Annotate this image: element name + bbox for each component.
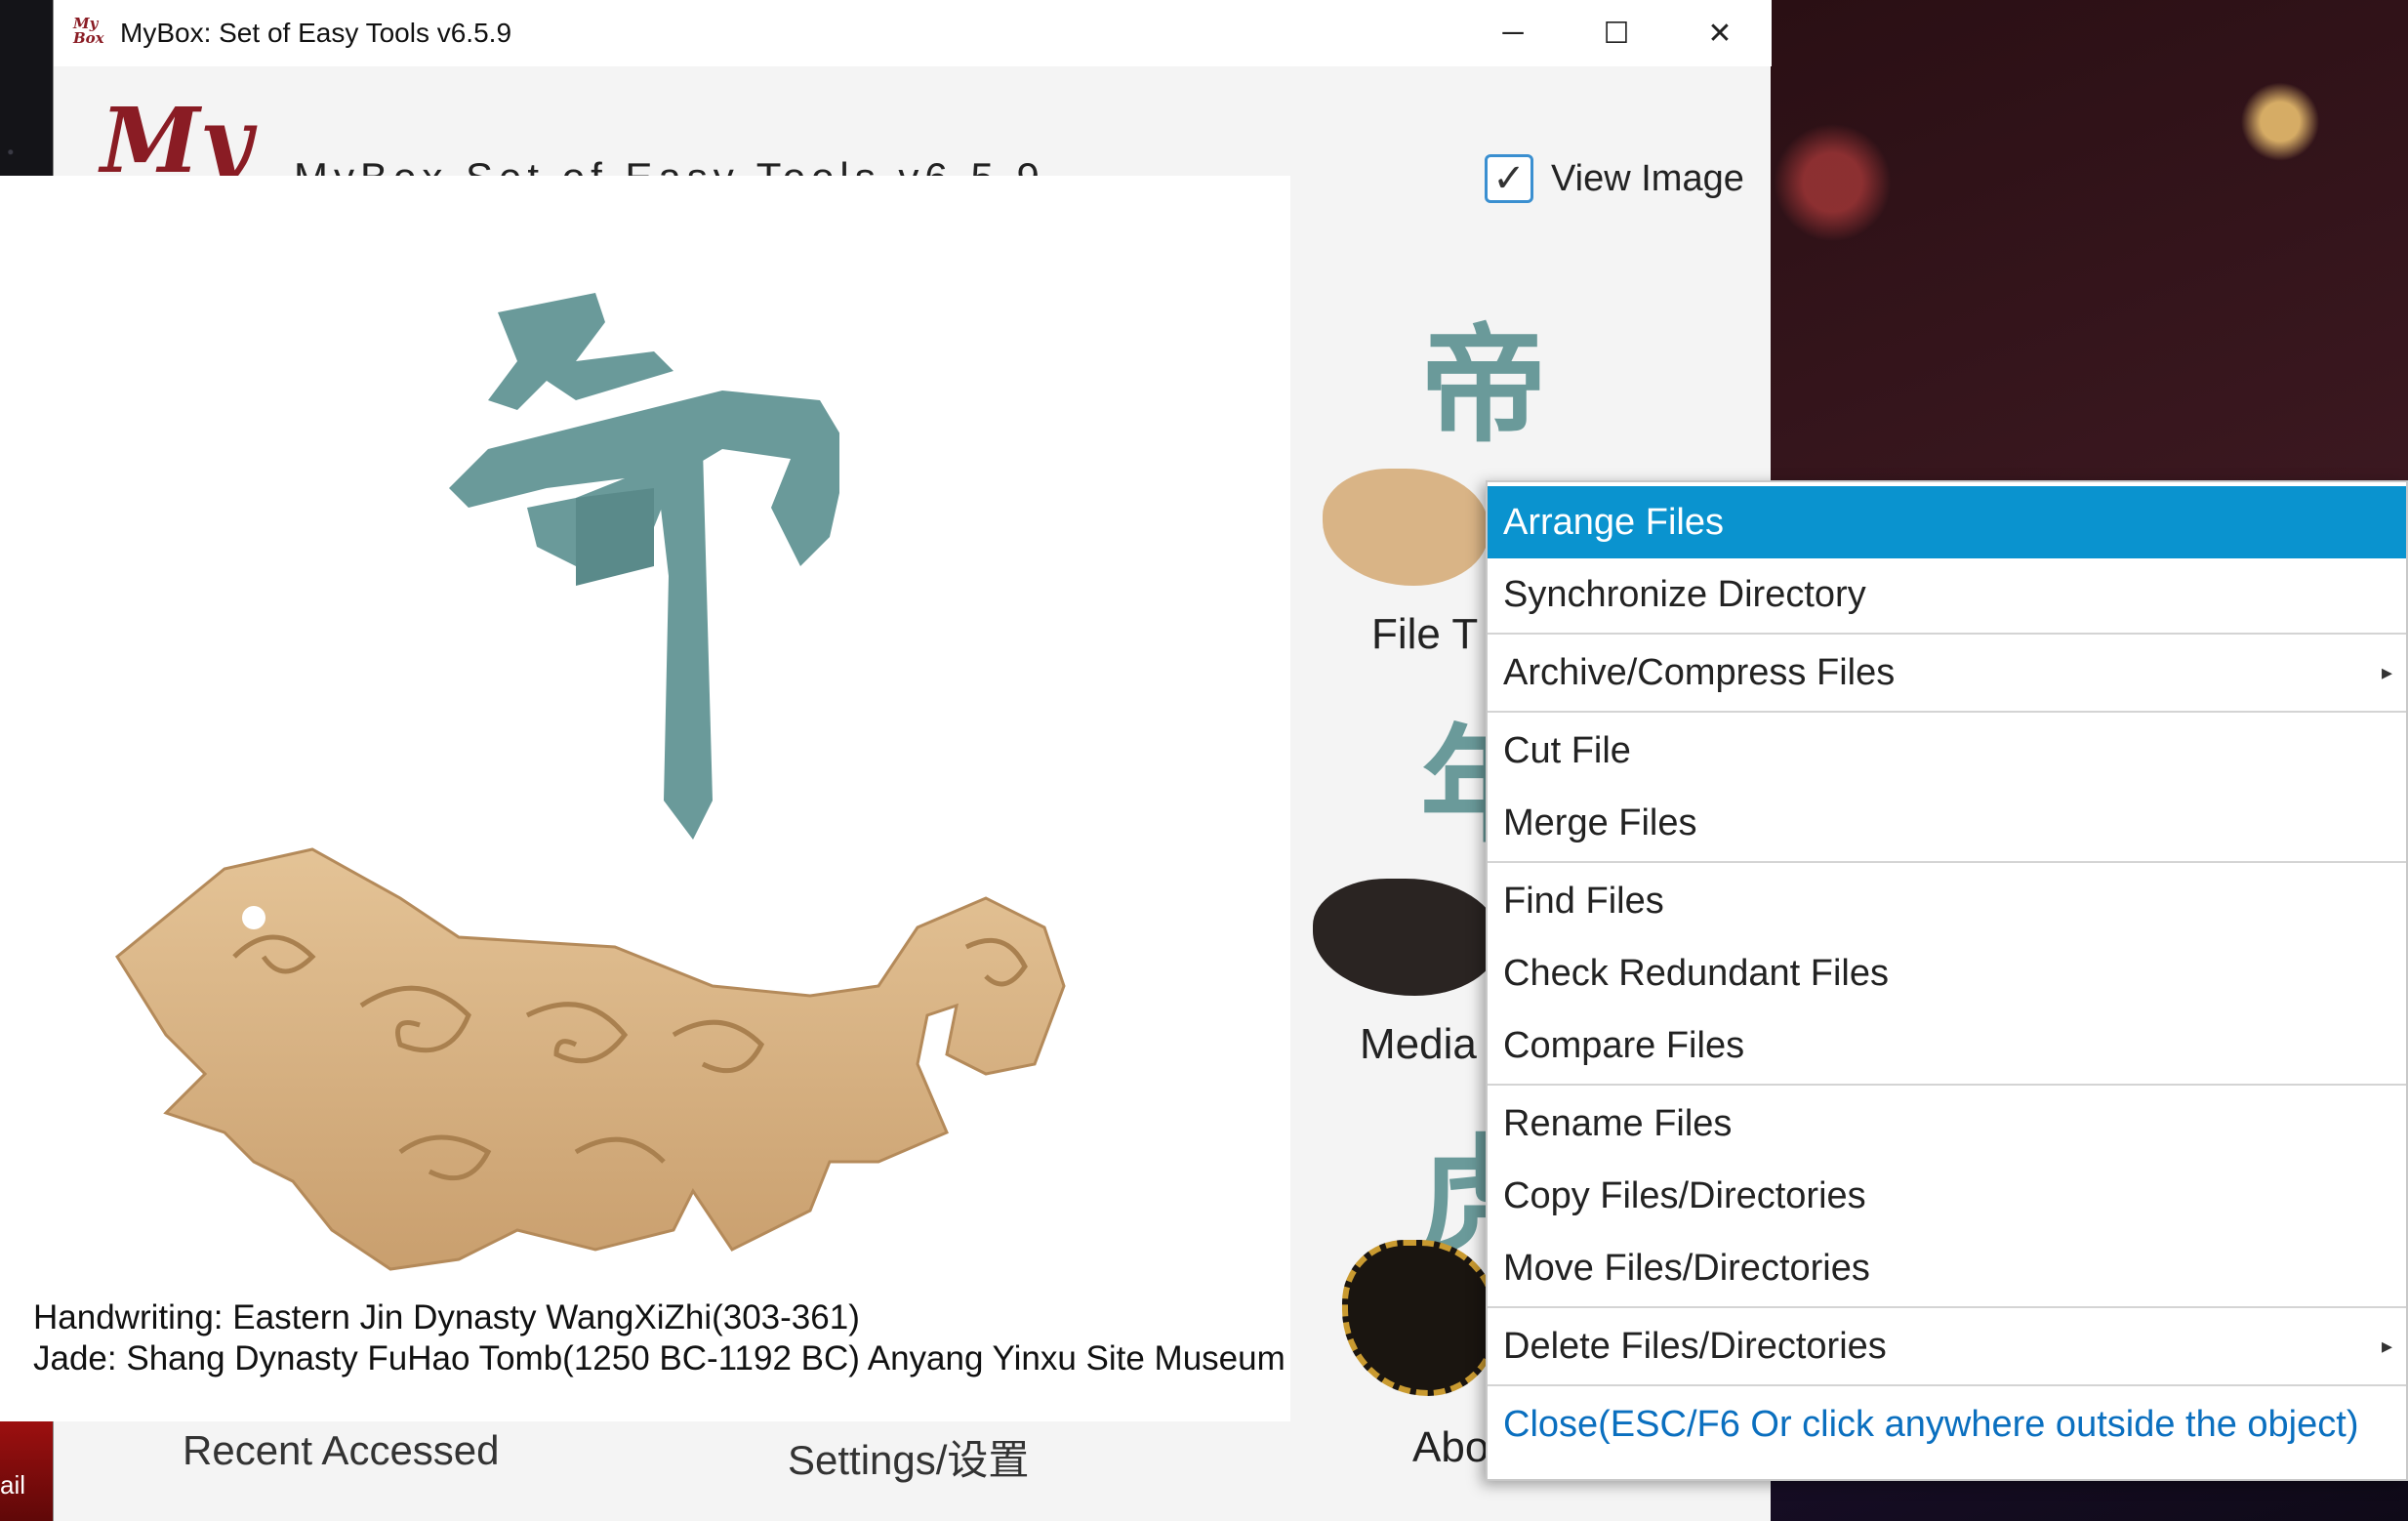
menu-item-label: Rename Files — [1503, 1102, 1733, 1144]
caption-handwriting: Handwriting: Eastern Jin Dynasty WangXiZ… — [33, 1298, 860, 1336]
menu-item-cut-file[interactable]: Cut File — [1488, 715, 2406, 787]
submenu-arrow-icon: ▸ — [2381, 1334, 2392, 1358]
view-image-toggle[interactable]: ✓ View Image — [1485, 154, 1744, 203]
menu-item-label: Compare Files — [1503, 1024, 1745, 1066]
maximize-button[interactable]: ☐ — [1565, 0, 1668, 66]
file-tools-glyph-icon: 帝 — [1420, 310, 1548, 460]
app-icon: My Box — [73, 15, 104, 47]
menu-item-label: Delete Files/Directories — [1503, 1325, 1887, 1367]
close-button[interactable]: ✕ — [1668, 0, 1772, 66]
menu-item-label: Move Files/Directories — [1503, 1247, 1870, 1289]
menu-item-label: Check Redundant Files — [1503, 952, 1889, 994]
taskbar-app-button[interactable]: ail — [0, 1416, 53, 1521]
title-bar[interactable]: My Box MyBox: Set of Easy Tools v6.5.9 ─… — [54, 0, 1772, 66]
menu-item-synchronize-directory[interactable]: Synchronize Directory — [1488, 558, 2406, 631]
menu-item-rename-files[interactable]: Rename Files — [1488, 1088, 2406, 1160]
file-tools-jade-icon[interactable] — [1323, 469, 1489, 586]
minimize-button[interactable]: ─ — [1461, 0, 1565, 66]
about-label[interactable]: Abo — [1412, 1423, 1489, 1472]
menu-item-archive-compress-files[interactable]: Archive/Compress Files ▸ — [1488, 637, 2406, 709]
window-controls: ─ ☐ ✕ — [1461, 0, 1772, 66]
taskbar-app-label: ail — [0, 1470, 26, 1500]
view-image-label: View Image — [1551, 157, 1744, 199]
menu-item-check-redundant-files[interactable]: Check Redundant Files — [1488, 937, 2406, 1009]
media-tools-jade-icon[interactable] — [1313, 879, 1498, 996]
settings-button[interactable]: Settings/设置 — [788, 1427, 1029, 1487]
menu-item-label: Copy Files/Directories — [1503, 1174, 1866, 1216]
image-preview-popup: Handwriting: Eastern Jin Dynasty WangXiZ… — [0, 176, 1290, 1421]
menu-item-merge-files[interactable]: Merge Files — [1488, 787, 2406, 859]
caption-jade: Jade: Shang Dynasty FuHao Tomb(1250 BC-1… — [33, 1339, 1286, 1377]
menu-item-label: Merge Files — [1503, 802, 1697, 843]
menu-item-label: Synchronize Directory — [1503, 573, 1866, 615]
menu-item-label: Find Files — [1503, 880, 1664, 922]
recent-accessed-button[interactable]: Recent Accessed — [183, 1427, 500, 1474]
jade-dragon-image — [115, 847, 1066, 1271]
media-tools-label[interactable]: Media — [1360, 1020, 1477, 1069]
menu-item-compare-files[interactable]: Compare Files — [1488, 1009, 2406, 1082]
about-tiger-icon[interactable] — [1342, 1240, 1498, 1396]
menu-item-copy-files-directories[interactable]: Copy Files/Directories — [1488, 1160, 2406, 1232]
submenu-arrow-icon: ▸ — [2381, 660, 2392, 684]
menu-item-arrange-files[interactable]: Arrange Files — [1488, 486, 2406, 558]
checkmark-icon: ✓ — [1492, 157, 1526, 200]
menu-item-label: Archive/Compress Files — [1503, 651, 1896, 693]
menu-item-delete-files-directories[interactable]: Delete Files/Directories ▸ — [1488, 1310, 2406, 1382]
menu-item-close-menu[interactable]: Close(ESC/F6 Or click anywhere outside t… — [1488, 1388, 2406, 1460]
file-tools-label[interactable]: File T — [1371, 610, 1478, 659]
menu-item-label: Arrange Files — [1503, 501, 1724, 543]
menu-item-label: Close(ESC/F6 Or click anywhere outside t… — [1503, 1403, 2359, 1445]
calligraphy-image — [449, 293, 839, 840]
file-tools-context-menu: Arrange Files Synchronize Directory Arch… — [1486, 480, 2408, 1481]
menu-item-move-files-directories[interactable]: Move Files/Directories — [1488, 1232, 2406, 1304]
view-image-checkbox[interactable]: ✓ — [1485, 154, 1533, 203]
menu-item-label: Cut File — [1503, 729, 1631, 771]
menu-item-find-files[interactable]: Find Files — [1488, 865, 2406, 937]
window-title: MyBox: Set of Easy Tools v6.5.9 — [120, 18, 512, 48]
